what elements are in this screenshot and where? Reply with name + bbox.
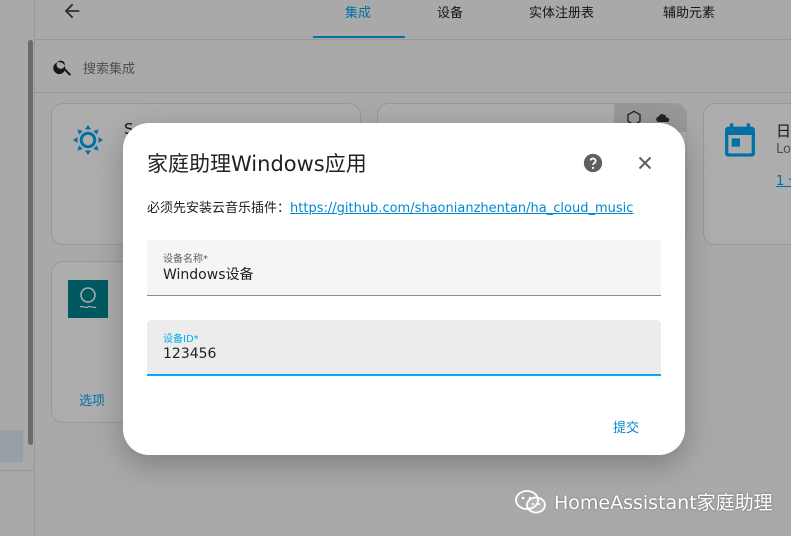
device-name-field[interactable]: 设备名称* — [147, 240, 661, 296]
device-name-label: 设备名称* — [163, 254, 208, 265]
help-icon[interactable] — [582, 152, 604, 174]
device-id-field[interactable]: 设备ID* — [147, 320, 661, 376]
device-name-input[interactable] — [163, 266, 643, 282]
plugin-link[interactable]: https://github.com/shaonianzhentan/ha_cl… — [290, 201, 633, 216]
submit-button[interactable]: 提交 — [613, 417, 639, 436]
device-id-input[interactable] — [163, 346, 643, 362]
watermark-text: HomeAssistant家庭助理 — [554, 492, 773, 514]
dialog-description: 必须先安装云音乐插件：https://github.com/shaonianzh… — [147, 197, 633, 216]
config-dialog: 家庭助理Windows应用 必须先安装云音乐插件：https://github.… — [123, 123, 685, 455]
dialog-title: 家庭助理Windows应用 — [147, 152, 367, 176]
wechat-icon — [515, 489, 546, 513]
close-icon[interactable] — [634, 152, 656, 174]
watermark: HomeAssistant家庭助理 — [514, 488, 773, 515]
device-id-label: 设备ID* — [163, 334, 199, 345]
description-text: 必须先安装云音乐插件： — [147, 201, 291, 216]
